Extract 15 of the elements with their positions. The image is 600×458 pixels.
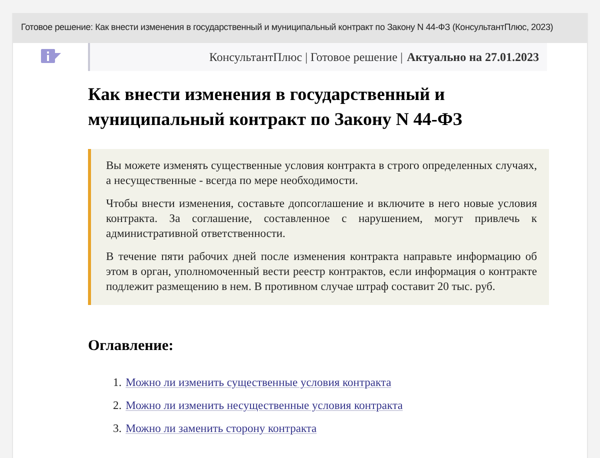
window-title: Готовое решение: Как внести изменения в государственный и муниципальный контракт по Закону N 44-ФЗ (КонсультантПлюс, 2023) — [13, 13, 587, 42]
list-number: 2. — [113, 399, 122, 414]
list-number: 1. — [113, 376, 122, 391]
contents-link[interactable]: Можно ли заменить сторону контракта — [126, 421, 317, 437]
source-label: КонсультантПлюс | Готовое решение | — [209, 48, 403, 66]
contents-link[interactable]: Можно ли изменить несущественные условия контракта — [126, 398, 403, 414]
article-heading: Как внести изменения в государственный и муниципальный контракт по Закону N 44-ФЗ — [88, 82, 464, 131]
contents-heading: Оглавление: — [88, 336, 175, 356]
list-number: 3. — [113, 422, 122, 437]
actuality-date: Актуально на 27.01.2023 — [406, 48, 539, 66]
contents-link[interactable]: Можно ли изменить существенные условия контракта — [126, 375, 392, 391]
summary-paragraph: Вы можете изменять существенные условия контракта в строго определенных случаях, а несущественные - всегда по мере необходимости. — [106, 158, 537, 188]
info-icon[interactable] — [40, 48, 60, 62]
summary-paragraph: Чтобы внести изменения, составьте допсоглашение и включите в него новые условия контракта. За соглашение, составленное с нарушением, могут привлечь к административной ответственности. — [106, 196, 537, 242]
summary-paragraph: В течение пяти рабочих дней после изменения контракта направьте информацию об этом в орган, уполномоченный вести реестр контрактов, если информация о контракте подлежит размещению в нем. В противном случае штраф составит 20 тыс. руб. — [106, 250, 537, 294]
